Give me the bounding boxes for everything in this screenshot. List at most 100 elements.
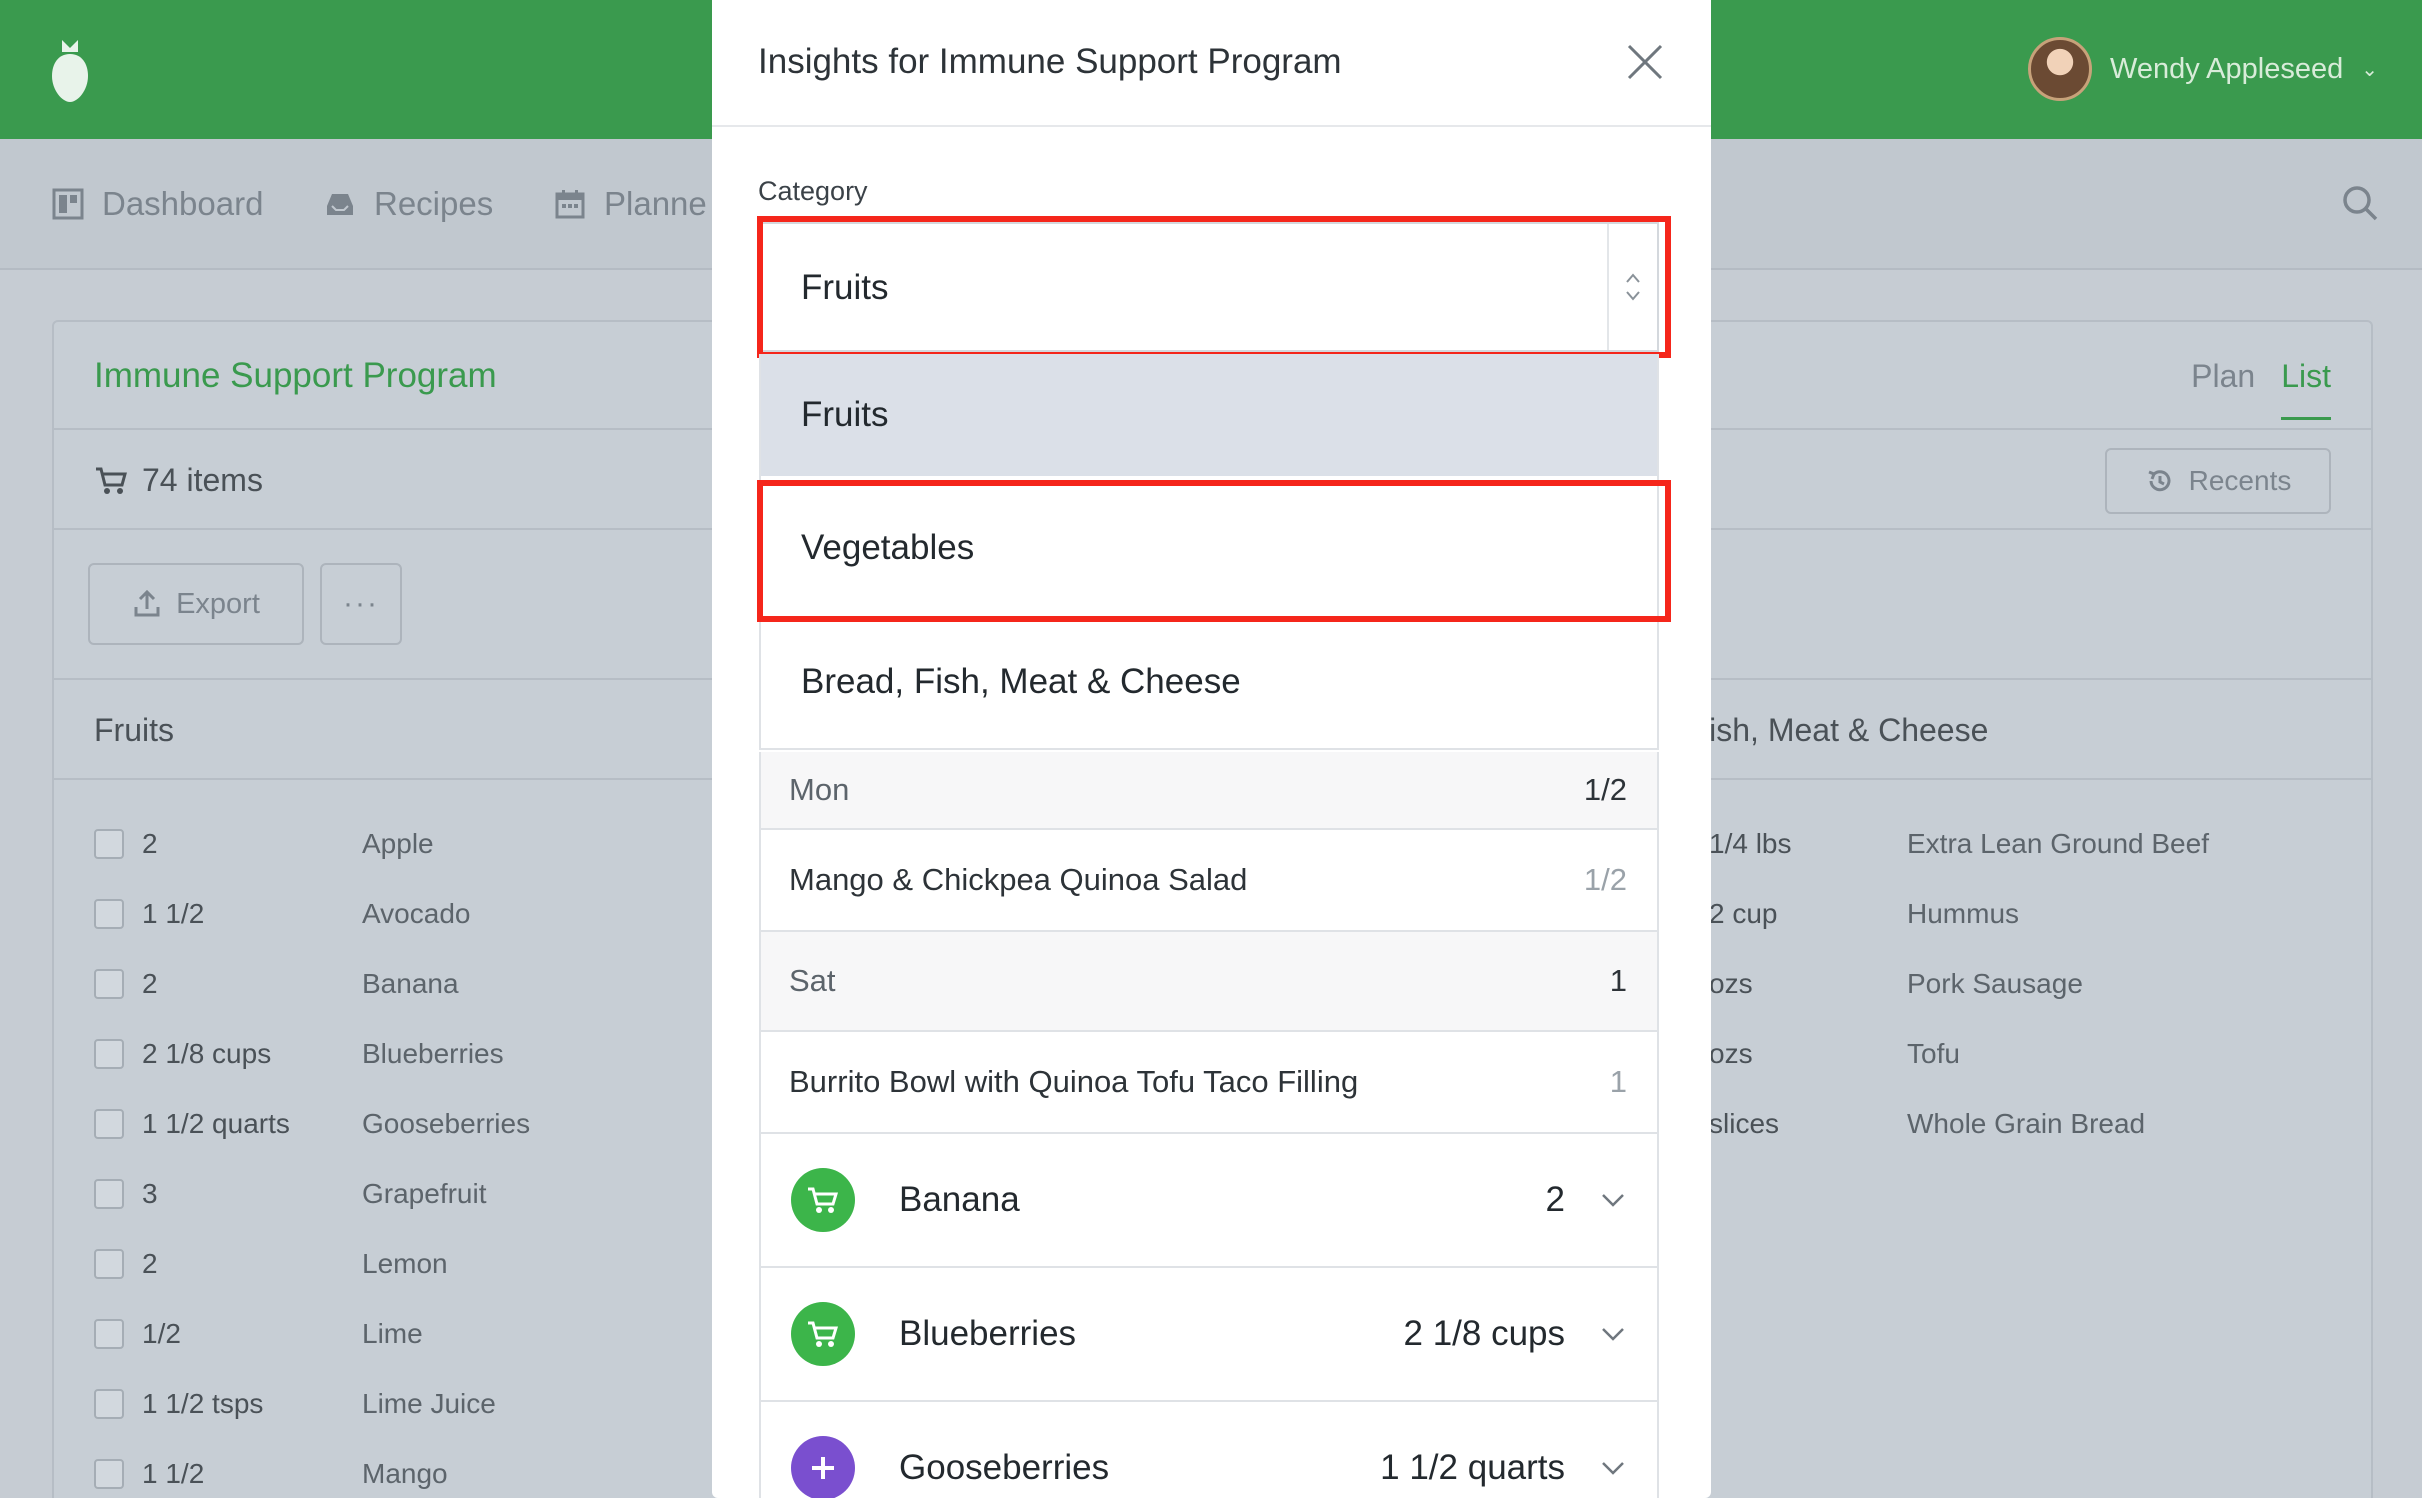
cart-icon[interactable] (791, 1302, 855, 1366)
chevron-down-icon[interactable] (1599, 1320, 1627, 1348)
item-qty: 1 1/2 (142, 898, 205, 929)
view-tabs: Plan List (2191, 358, 2331, 420)
ingredient-qty: 2 1/8 cups (1403, 1314, 1566, 1353)
day-amount: 1/2 (1583, 772, 1627, 807)
item-qty: slices (1709, 1108, 1780, 1139)
ingredient-qty: 2 (1545, 1180, 1565, 1219)
upload-icon (134, 589, 160, 617)
list-item[interactable]: 2 Lemon (94, 1244, 448, 1284)
category-select-value: Fruits (801, 268, 889, 307)
item-qty: 2 (142, 968, 158, 999)
modal-title: Insights for Immune Support Program (758, 42, 1342, 81)
item-name: Lime (362, 1318, 423, 1349)
section-fruits: Fruits (94, 712, 174, 748)
list-item[interactable]: ozs Pork Sausage (1709, 964, 2329, 1004)
cart-icon[interactable] (791, 1168, 855, 1232)
logo-icon[interactable] (48, 36, 92, 106)
chevron-down-icon[interactable] (1599, 1454, 1627, 1482)
search-icon[interactable] (2340, 183, 2380, 223)
checkbox[interactable] (94, 969, 124, 999)
user-menu[interactable]: Wendy Appleseed ⌄ (2027, 37, 2378, 101)
item-qty: 3 (142, 1178, 158, 1209)
list-item[interactable]: 2 1/8 cups Blueberries (94, 1034, 504, 1074)
list-item[interactable]: 2 cup Hummus (1709, 894, 2329, 934)
category-dropdown: Fruits Vegetables Bread, Fish, Meat & Ch… (759, 354, 1659, 750)
plus-icon[interactable] (791, 1436, 855, 1498)
close-icon[interactable] (1625, 42, 1665, 82)
ingredient-name: Blueberries (899, 1314, 1077, 1353)
item-name: Grapefruit (362, 1178, 487, 1209)
list-item[interactable]: 1 1/2 quarts Gooseberries (94, 1104, 530, 1144)
nav-recipes[interactable]: Recipes (324, 179, 493, 229)
item-name: Hummus (1907, 898, 2020, 929)
checkbox[interactable] (94, 1249, 124, 1279)
list-item[interactable]: 2 Apple (94, 824, 434, 864)
checkbox[interactable] (94, 1389, 124, 1419)
list-item[interactable]: slices Whole Grain Bread (1709, 1104, 2329, 1144)
item-name: Apple (362, 828, 434, 859)
list-item[interactable]: 1 1/2 tsps Lime Juice (94, 1384, 496, 1424)
list-item[interactable]: 1/4 lbs Extra Lean Ground Beef (1709, 824, 2329, 864)
meal-amount: 1/2 (1583, 862, 1627, 897)
user-name[interactable]: Wendy Appleseed (2110, 53, 2343, 86)
recents-label: Recents (2188, 465, 2292, 496)
modal-header: Insights for Immune Support Program (712, 0, 1711, 127)
item-name: Mango (362, 1458, 448, 1489)
nav-planner-label: Planne (604, 185, 707, 222)
checkbox[interactable] (94, 1109, 124, 1139)
history-icon (2148, 470, 2171, 492)
item-qty: 1 1/2 (142, 1458, 205, 1489)
item-name: Banana (362, 968, 459, 999)
item-qty: 2 (142, 828, 158, 859)
option-bread-fish-meat[interactable]: Bread, Fish, Meat & Cheese (761, 616, 1657, 748)
category-select[interactable]: Fruits (759, 222, 1659, 352)
meal-row[interactable]: Mango & Chickpea Quinoa Salad 1/2 (759, 830, 1659, 932)
export-button[interactable]: Export (88, 563, 304, 645)
recents-button[interactable]: Recents (2105, 448, 2331, 514)
list-item[interactable]: 3 Grapefruit (94, 1174, 487, 1214)
item-qty: ozs (1709, 968, 1753, 999)
ingredient-name: Gooseberries (899, 1448, 1110, 1487)
chevron-down-icon[interactable]: ⌄ (2361, 57, 2378, 82)
item-qty: 1 1/2 tsps (142, 1388, 264, 1419)
list-item[interactable]: ozs Tofu (1709, 1034, 2329, 1074)
item-name: Extra Lean Ground Beef (1907, 828, 2209, 859)
checkbox[interactable] (94, 899, 124, 929)
nav-recipes-label: Recipes (374, 185, 494, 222)
select-arrows-icon[interactable] (1607, 224, 1657, 350)
ingredient-row[interactable]: Banana 2 (759, 1134, 1659, 1268)
dashboard-icon (52, 188, 84, 220)
nav-planner[interactable]: Planne (554, 179, 707, 229)
checkbox[interactable] (94, 1459, 124, 1489)
ingredient-row[interactable]: Blueberries 2 1/8 cups (759, 1268, 1659, 1402)
list-item[interactable]: 2 Banana (94, 964, 459, 1004)
tab-plan[interactable]: Plan (2191, 358, 2255, 420)
option-vegetables[interactable]: Vegetables (761, 482, 1657, 614)
chevron-down-icon[interactable] (1599, 1186, 1627, 1214)
checkbox[interactable] (94, 1319, 124, 1349)
ingredient-row[interactable]: Gooseberries 1 1/2 quarts (759, 1402, 1659, 1498)
more-button[interactable]: ··· (320, 563, 402, 645)
nav-dashboard[interactable]: Dashboard (52, 179, 263, 229)
item-qty: ozs (1709, 1038, 1753, 1069)
insights-modal: Insights for Immune Support Program Cate… (712, 0, 1711, 1498)
meal-amount: 1 (1609, 1064, 1627, 1099)
item-qty: 2 1/8 cups (142, 1038, 272, 1069)
item-qty: 1 1/2 quarts (142, 1108, 290, 1139)
checkbox[interactable] (94, 1039, 124, 1069)
item-name: Tofu (1907, 1038, 1960, 1069)
option-fruits[interactable]: Fruits (761, 354, 1657, 476)
item-qty: 2 (142, 1248, 158, 1279)
list-item[interactable]: 1 1/2 Avocado (94, 894, 470, 934)
day-label: Mon (789, 772, 850, 807)
checkbox[interactable] (94, 829, 124, 859)
checkbox[interactable] (94, 1179, 124, 1209)
avatar[interactable] (2027, 37, 2092, 101)
item-name: Whole Grain Bread (1907, 1108, 2146, 1139)
day-row: Sat 1 (759, 932, 1659, 1032)
tab-list[interactable]: List (2281, 358, 2331, 420)
list-item[interactable]: 1/2 Lime (94, 1314, 423, 1354)
list-item[interactable]: 1 1/2 Mango (94, 1454, 448, 1494)
cart-icon (96, 467, 127, 494)
meal-row[interactable]: Burrito Bowl with Quinoa Tofu Taco Filli… (759, 1032, 1659, 1134)
